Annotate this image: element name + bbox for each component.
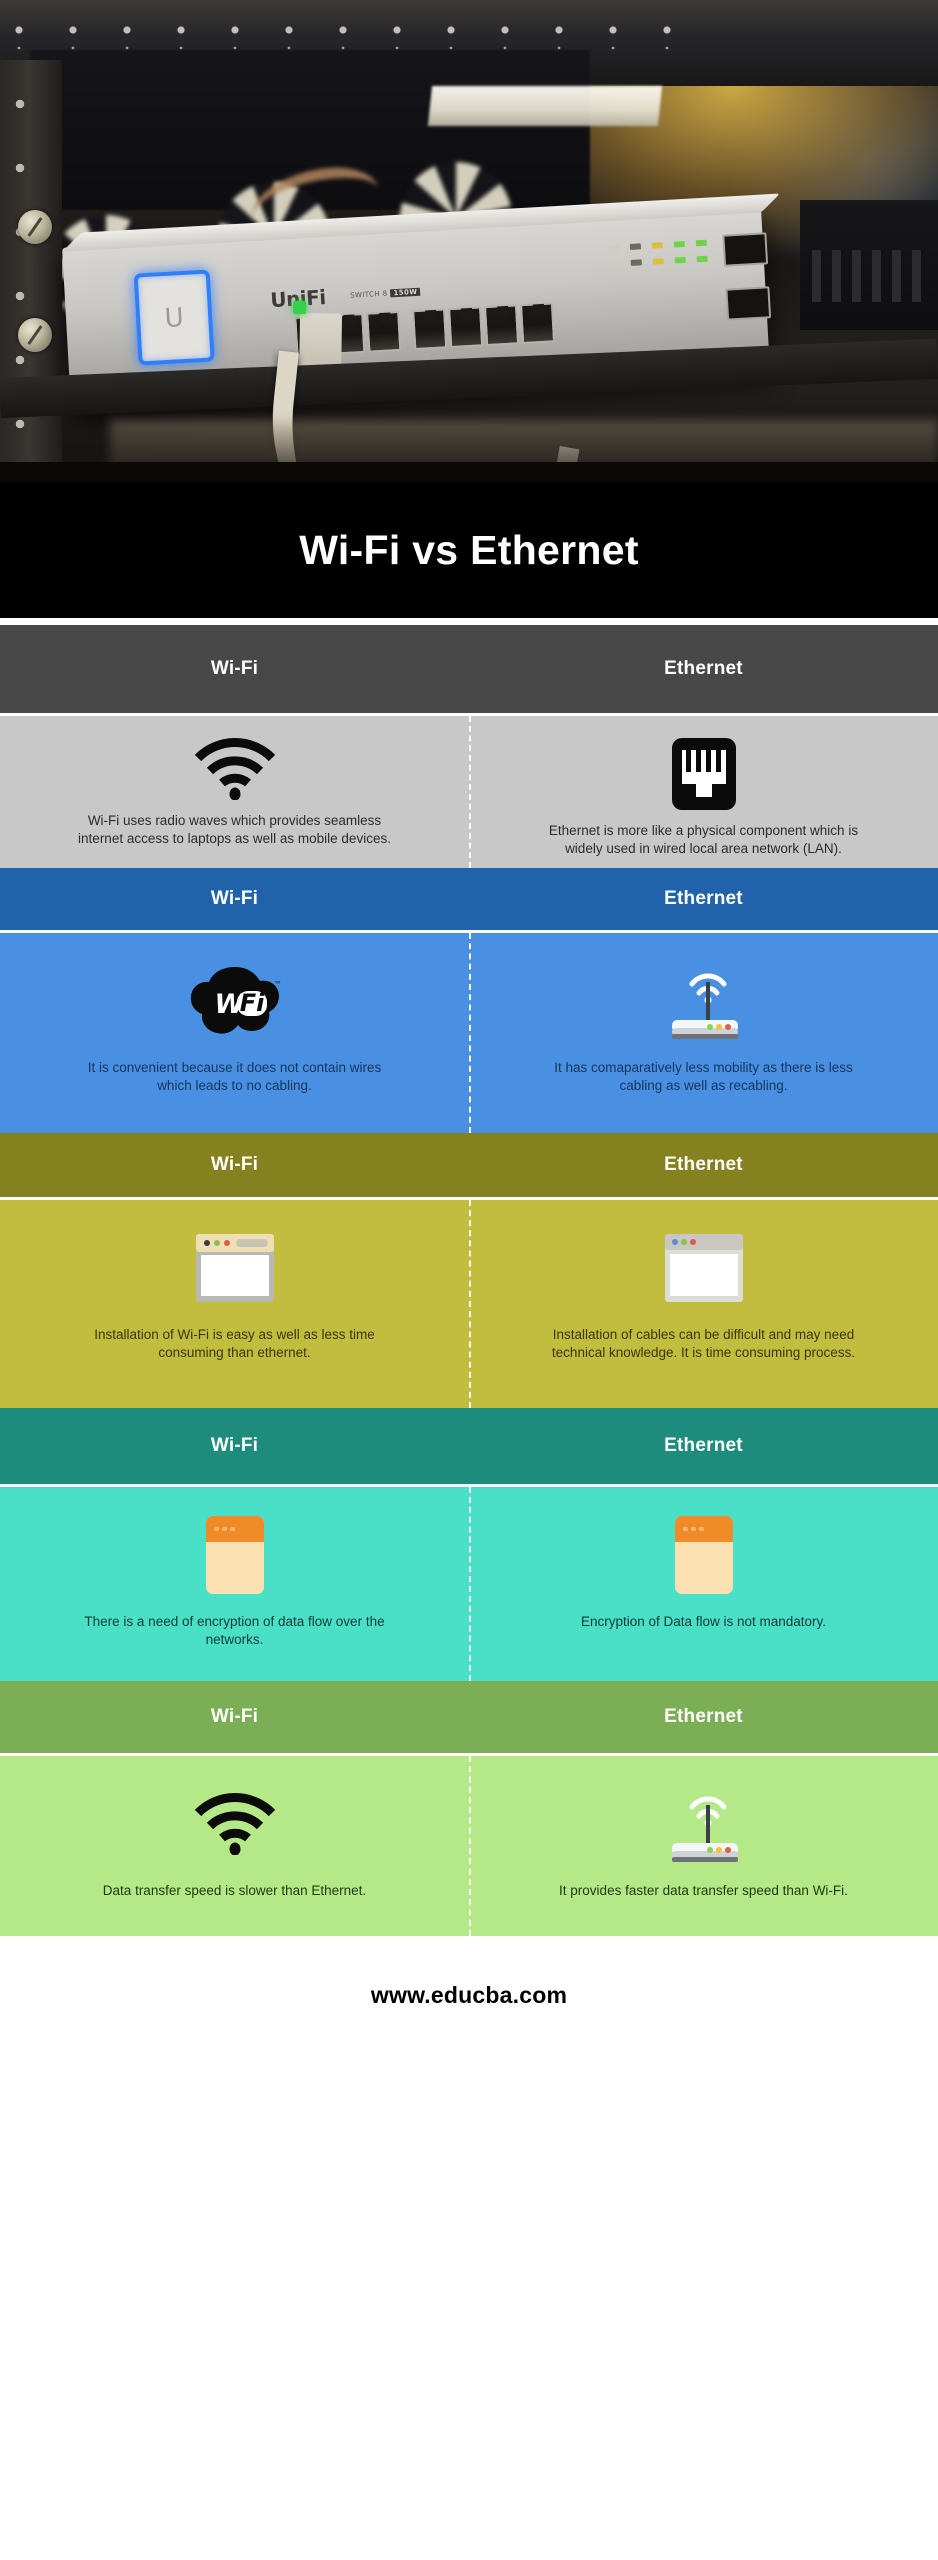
svg-text:™: ™ [274, 980, 281, 989]
cell-wifi: Installation of Wi-Fi is easy as well as… [0, 1200, 469, 1408]
switch-model-label: SWITCH 8 150W [350, 287, 421, 300]
hero-photo: U UniFi SWITCH 8 150W [0, 0, 938, 482]
sfp-slot [722, 232, 769, 267]
cell-ethernet: Encryption of Data flow is not mandatory… [469, 1487, 938, 1681]
column-header-wifi: Wi-Fi [210, 1154, 259, 1175]
cell-description: Installation of cables can be difficult … [551, 1327, 856, 1361]
column-header-wifi: Wi-Fi [210, 658, 259, 679]
switch-indicator-leds [607, 239, 720, 279]
cell-description: Encryption of Data flow is not mandatory… [580, 1614, 827, 1629]
cell-description: It has comaparatively less mobility as t… [554, 1060, 853, 1094]
sfp-slot [725, 286, 772, 321]
cell-ethernet: It provides faster data transfer speed t… [469, 1756, 938, 1936]
light-reflection [427, 86, 663, 126]
note-card-icon [204, 1509, 266, 1601]
cell-description: It is convenient because it does not con… [87, 1060, 382, 1094]
ethernet-port [412, 308, 448, 351]
cell-wifi: Wi-Fi uses radio waves which provides se… [0, 716, 469, 868]
infographic-page: U UniFi SWITCH 8 150W Wi-Fi vs Ethernet … [0, 0, 938, 2560]
rack-rail-left-holes [6, 90, 34, 480]
section-body: Wi-Fi uses radio waves which provides se… [0, 716, 938, 868]
svg-text:Fi: Fi [239, 989, 264, 1017]
column-header-ethernet: Ethernet [664, 1706, 743, 1727]
footer: www.educba.com [0, 1936, 938, 2054]
section-definition: Wi-Fi Ethernet Wi-Fi uses radio waves wh… [0, 625, 938, 868]
column-header-wifi: Wi-Fi [210, 888, 259, 909]
cell-wifi: There is a need of encryption of data fl… [0, 1487, 469, 1681]
rack-screw [18, 210, 52, 244]
column-header-ethernet: Ethernet [664, 1435, 743, 1456]
switch-led-letter: U [163, 303, 185, 335]
browser-window-icon [192, 1222, 278, 1314]
wireless-router-icon [658, 1778, 750, 1870]
section-body: Installation of Wi-Fi is easy as well as… [0, 1200, 938, 1408]
wifi-signal-icon [194, 738, 276, 800]
column-header-ethernet: Ethernet [664, 888, 743, 909]
rack-screw [18, 318, 52, 352]
section-header: Wi-Fi Ethernet [0, 1408, 938, 1484]
cell-wifi: Data transfer speed is slower than Ether… [0, 1756, 469, 1936]
cell-description: Ethernet is more like a physical compone… [548, 823, 859, 857]
cell-wifi: Wi Fi ™ It is convenient because it does… [0, 933, 469, 1133]
cell-ethernet: Ethernet is more like a physical compone… [469, 716, 938, 868]
section-header: Wi-Fi Ethernet [0, 868, 938, 930]
page-title: Wi-Fi vs Ethernet [299, 526, 639, 573]
column-dashed-divider [469, 1487, 471, 1681]
ethernet-port [448, 306, 484, 349]
section-convenience: Wi-Fi Ethernet Wi Fi ™ It is convenient … [0, 868, 938, 1133]
cell-ethernet: It has comaparatively less mobility as t… [469, 933, 938, 1133]
column-header-ethernet: Ethernet [664, 658, 743, 679]
section-encryption: Wi-Fi Ethernet There is a need of encryp… [0, 1408, 938, 1681]
wireless-router-icon [658, 955, 750, 1047]
section-header: Wi-Fi Ethernet [0, 625, 938, 713]
cell-description: Installation of Wi-Fi is easy as well as… [94, 1327, 375, 1361]
cell-description: There is a need of encryption of data fl… [84, 1614, 385, 1648]
hero-bottom-shadow [0, 462, 938, 482]
ethernet-port [519, 302, 556, 345]
column-header-wifi: Wi-Fi [210, 1435, 259, 1456]
title-bar: Wi-Fi vs Ethernet [0, 482, 938, 618]
browser-window-icon [661, 1222, 747, 1314]
rack-vent-slots [812, 250, 932, 302]
column-dashed-divider [469, 933, 471, 1133]
cell-description: Wi-Fi uses radio waves which provides se… [78, 813, 391, 847]
ethernet-port [484, 304, 520, 347]
wifi-logo-icon: Wi Fi ™ [189, 955, 281, 1047]
section-body: There is a need of encryption of data fl… [0, 1487, 938, 1681]
section-body: Wi Fi ™ It is convenient because it does… [0, 933, 938, 1133]
column-dashed-divider [469, 1200, 471, 1408]
section-header: Wi-Fi Ethernet [0, 1681, 938, 1753]
wifi-signal-icon [194, 1778, 276, 1870]
column-dashed-divider [469, 716, 471, 868]
cell-ethernet: Installation of cables can be difficult … [469, 1200, 938, 1408]
column-header-ethernet: Ethernet [664, 1154, 743, 1175]
section-body: Data transfer speed is slower than Ether… [0, 1756, 938, 1936]
title-divider [0, 618, 938, 625]
column-header-wifi: Wi-Fi [210, 1706, 259, 1727]
website-url[interactable]: www.educba.com [371, 1982, 567, 2009]
cell-description: Data transfer speed is slower than Ether… [102, 1883, 367, 1898]
switch-status-led: U [133, 269, 215, 366]
section-header: Wi-Fi Ethernet [0, 1133, 938, 1197]
port-group-gap [402, 310, 411, 354]
cell-description: It provides faster data transfer speed t… [559, 1883, 848, 1898]
rj45-port-icon [671, 738, 736, 810]
section-speed: Wi-Fi Ethernet Data transfer speed is sl… [0, 1681, 938, 1936]
column-dashed-divider [469, 1756, 471, 1936]
section-installation: Wi-Fi Ethernet Installation of Wi-Fi is … [0, 1133, 938, 1408]
note-card-icon [673, 1509, 735, 1601]
ethernet-port [366, 310, 402, 353]
